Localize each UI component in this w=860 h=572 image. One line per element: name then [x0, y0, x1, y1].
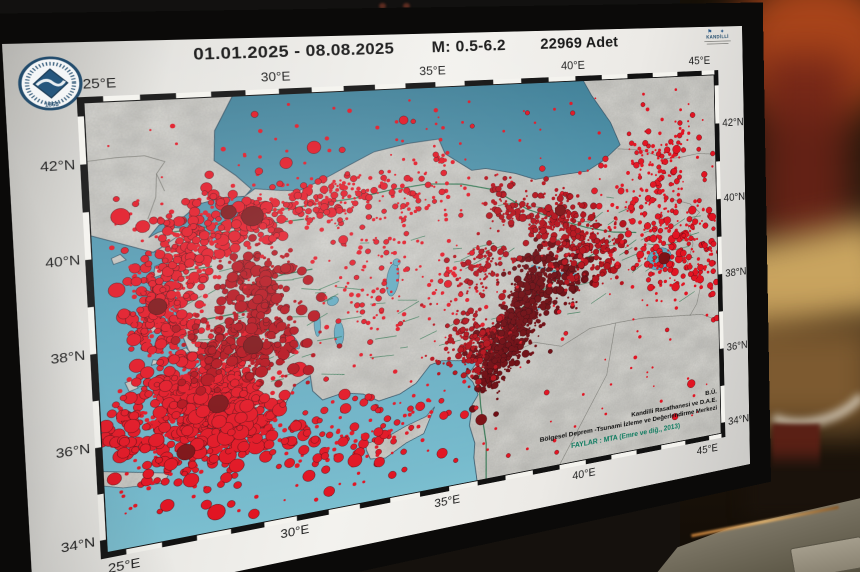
lon-label-top-45: 45°E — [688, 54, 711, 68]
magnitude-range-label: M: 0.5-6.2 — [431, 37, 506, 57]
kandilli-logo-rule — [704, 40, 731, 43]
lon-label-bottom-25: 25°E — [107, 555, 141, 572]
lat-label-left-36: 36°N — [55, 441, 91, 462]
kandilli-observatory-logo: ⚑ ✦ KANDİLLİ — [697, 28, 738, 45]
webcam-icon — [379, 3, 386, 9]
background-red-object — [760, 55, 850, 245]
lon-label-bottom-30: 30°E — [280, 522, 310, 542]
lat-label-left-34: 34°N — [60, 534, 96, 556]
date-range-label: 01.01.2025 - 08.08.2025 — [192, 40, 395, 64]
lat-label-right-40: 40°N — [723, 190, 746, 205]
seal-year: 1863 — [45, 103, 60, 109]
lon-label-top-40: 40°E — [560, 58, 586, 73]
lat-label-right-34: 34°N — [728, 412, 750, 428]
map-title-bar: 01.01.2025 - 08.08.2025 M: 0.5-6.2 22969… — [2, 31, 742, 71]
webcam-led-icon — [403, 3, 410, 9]
lat-label-right-36: 36°N — [726, 338, 748, 354]
earthquake-map — [77, 70, 726, 560]
lat-label-right-42: 42°N — [722, 116, 744, 129]
laptop-screen-map-page: 01.01.2025 - 08.08.2025 M: 0.5-6.2 22969… — [2, 26, 750, 572]
photo-scene: 01.01.2025 - 08.08.2025 M: 0.5-6.2 22969… — [0, 0, 860, 572]
lon-label-top-30: 30°E — [260, 69, 291, 85]
bogazici-university-logo: 1863 — [16, 55, 85, 113]
background-wood-dark — [730, 320, 860, 430]
background-maroon-box — [772, 424, 820, 470]
lat-label-right-38: 38°N — [725, 265, 747, 280]
lat-label-left-42: 42°N — [39, 157, 76, 175]
lat-label-left-38: 38°N — [50, 348, 86, 367]
lat-label-left-40: 40°N — [44, 253, 81, 272]
lon-label-top-35: 35°E — [419, 63, 446, 79]
lon-label-bottom-40: 40°E — [572, 465, 596, 483]
event-count-label: 22969 Adet — [540, 34, 619, 53]
lon-label-top-25: 25°E — [82, 75, 117, 92]
background-orange-chair — [730, 0, 860, 120]
background-cable — [738, 323, 860, 441]
kandilli-logo-name: KANDİLLİ — [706, 34, 729, 41]
lon-label-bottom-35: 35°E — [434, 492, 461, 511]
lon-label-bottom-45: 45°E — [696, 441, 718, 458]
